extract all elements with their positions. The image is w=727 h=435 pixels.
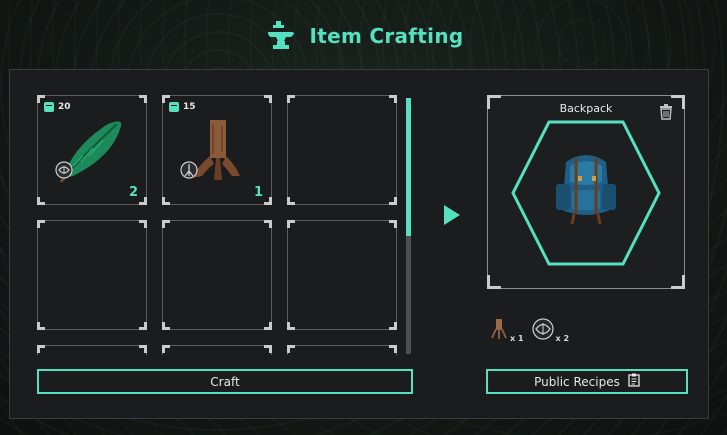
crafting-panel: 20 2 15 1 Backpack x 1 x 2 Craft Public … [9, 69, 709, 419]
craft-button[interactable]: Craft [37, 369, 413, 394]
page-title: Item Crafting [309, 24, 464, 48]
scrollbar-thumb[interactable] [406, 98, 411, 236]
inventory-slot-tree-root[interactable]: 15 1 [162, 95, 272, 205]
backpack-icon [548, 148, 624, 232]
ingredient-tree-root: x 1 [490, 318, 524, 344]
storage-icon [169, 102, 179, 112]
inventory-slot-empty[interactable] [162, 220, 272, 330]
inventory-grid: 20 2 15 1 [37, 95, 407, 355]
inventory-slot-leaf[interactable]: 20 2 [37, 95, 147, 205]
ingredient-list: x 1 x 2 [490, 318, 569, 344]
quantity: 2 [128, 185, 138, 200]
quantity: 1 [253, 185, 263, 200]
clipboard-icon [628, 373, 640, 390]
public-recipes-button[interactable]: Public Recipes [486, 369, 688, 394]
stock-count: 20 [44, 102, 71, 112]
trash-icon[interactable] [659, 104, 673, 124]
stock-count: 15 [169, 102, 196, 112]
inventory-slot-empty[interactable] [287, 345, 397, 355]
tree-root-icon [490, 318, 508, 344]
inventory-slot-empty[interactable] [287, 95, 397, 205]
header: Item Crafting [0, 16, 727, 56]
anvil-icon [264, 19, 298, 53]
root-badge-icon [180, 161, 198, 183]
inventory-slot-empty[interactable] [37, 220, 147, 330]
leaf-icon [531, 318, 554, 344]
result-slot[interactable]: Backpack [487, 95, 685, 289]
leaf-badge-icon [55, 161, 73, 183]
ingredient-leaf: x 2 [531, 318, 569, 344]
storage-icon [44, 102, 54, 112]
inventory-slot-empty[interactable] [162, 345, 272, 355]
inventory-scrollbar[interactable] [406, 98, 411, 354]
result-item-name: Backpack [559, 102, 613, 115]
inventory-slot-empty[interactable] [287, 220, 397, 330]
inventory-slot-empty[interactable] [37, 345, 147, 355]
play-arrow-icon [444, 205, 460, 225]
